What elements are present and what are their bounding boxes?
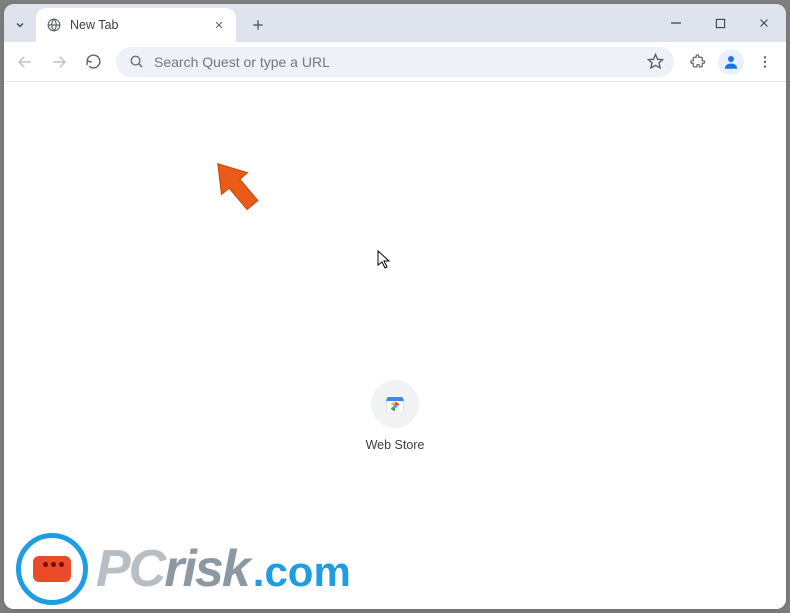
- star-icon: [647, 53, 664, 70]
- new-tab-button[interactable]: [244, 11, 272, 39]
- arrow-right-icon: [50, 53, 68, 71]
- person-icon: [722, 53, 740, 71]
- dots-vertical-icon: [757, 54, 773, 70]
- browser-window: New Tab: [4, 4, 786, 609]
- tab-search-button[interactable]: [10, 15, 30, 35]
- minimize-icon: [670, 17, 682, 29]
- menu-button[interactable]: [750, 47, 780, 77]
- shortcut-web-store[interactable]: Web Store: [340, 380, 450, 452]
- tab-strip: New Tab: [4, 4, 786, 42]
- chrome-webstore-icon: [383, 392, 407, 416]
- watermark: PCrisk.com: [16, 533, 351, 605]
- profile-button[interactable]: [718, 49, 744, 75]
- extensions-button[interactable]: [682, 47, 712, 77]
- cursor-icon: [377, 250, 393, 275]
- callout-arrow: [204, 154, 274, 229]
- window-close-button[interactable]: [742, 4, 786, 42]
- bookmark-button[interactable]: [646, 53, 664, 71]
- chevron-down-icon: [14, 19, 26, 31]
- address-input[interactable]: [154, 54, 636, 70]
- window-minimize-button[interactable]: [654, 4, 698, 42]
- browser-tab[interactable]: New Tab: [36, 8, 236, 42]
- new-tab-page: Web Store PCrisk.com: [4, 82, 786, 609]
- shortcut-icon-wrap: [371, 380, 419, 428]
- maximize-icon: [715, 18, 726, 29]
- reload-button[interactable]: [78, 47, 108, 77]
- watermark-badge-icon: [16, 533, 88, 605]
- search-icon: [128, 54, 144, 70]
- tab-title: New Tab: [70, 18, 202, 32]
- back-button[interactable]: [10, 47, 40, 77]
- close-icon: [758, 17, 770, 29]
- arrow-left-icon: [16, 53, 34, 71]
- extension-icon: [689, 53, 706, 70]
- watermark-text: PCrisk.com: [96, 543, 351, 595]
- close-icon: [214, 20, 224, 30]
- address-bar[interactable]: [116, 47, 674, 77]
- toolbar: [4, 42, 786, 82]
- window-controls: [654, 4, 786, 42]
- shortcut-label: Web Store: [340, 438, 450, 452]
- tab-close-button[interactable]: [210, 16, 228, 34]
- plus-icon: [251, 18, 265, 32]
- forward-button[interactable]: [44, 47, 74, 77]
- globe-icon: [46, 17, 62, 33]
- reload-icon: [85, 53, 102, 70]
- window-maximize-button[interactable]: [698, 4, 742, 42]
